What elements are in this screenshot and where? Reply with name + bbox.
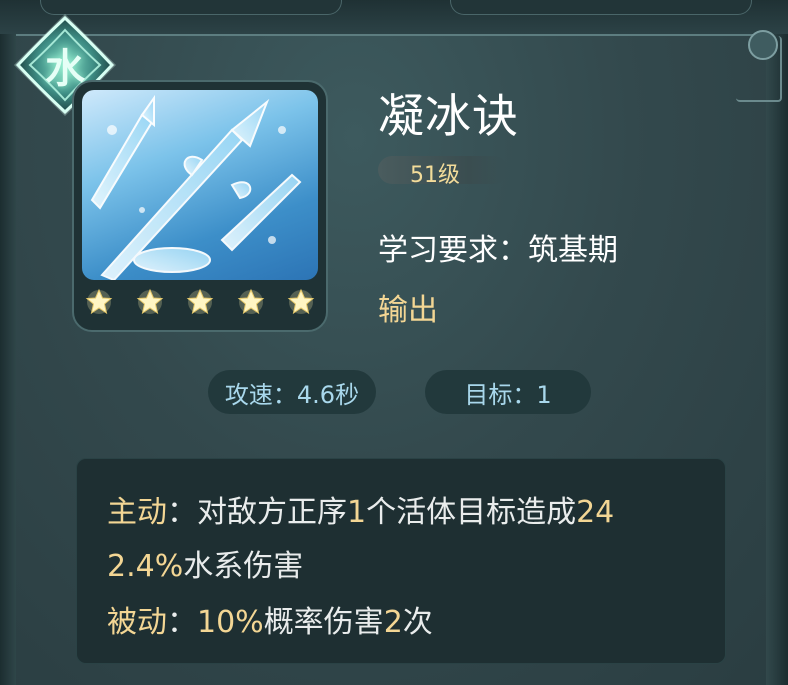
damage-type-text: 水系伤害 [183, 549, 304, 584]
panel-right-border [766, 34, 788, 685]
star-icon [237, 288, 264, 315]
skill-description-box: 主动：对敌方正序1个活体目标造成24 2.4%水系伤害 被动：10%概率伤害2次 [76, 458, 726, 664]
active-label: 主动 [107, 495, 167, 530]
active-effect-line-2: 2.4%水系伤害 [107, 541, 303, 585]
target-count-stat: 目标：1 [425, 370, 591, 414]
corner-ornament [736, 30, 782, 102]
active-text: ：对敌方正序 [167, 495, 347, 530]
passive-effect-line: 被动：10%概率伤害2次 [107, 597, 433, 641]
active-text: 个活体目标造成 [366, 495, 577, 530]
star-icon [287, 288, 315, 315]
star-rating [82, 284, 318, 320]
damage-number: 24 [576, 495, 615, 530]
skill-icon-frame [72, 80, 328, 332]
passive-count: 2 [383, 605, 403, 640]
passive-chance: 10% [197, 605, 264, 640]
top-border-cap-right [450, 0, 752, 15]
damage-percent: 2.4% [107, 549, 184, 584]
skill-detail-panel: 水 凝冰诀 51级 学习要求：筑基期 输出 攻速：4.6秒 目标：1 主动：对敌… [0, 0, 788, 685]
star-icon [136, 288, 163, 315]
target-number: 1 [347, 495, 367, 530]
passive-text: 概率伤害 [263, 605, 384, 640]
passive-separator: ： [167, 605, 197, 640]
ice-trident-art-icon [82, 90, 318, 280]
passive-text: 次 [402, 605, 433, 640]
corner-knob [748, 30, 778, 60]
skill-name: 凝冰诀 [378, 89, 519, 143]
skill-role: 输出 [378, 293, 438, 328]
active-effect-line-1: 主动：对敌方正序1个活体目标造成24 [107, 487, 614, 531]
star-icon [85, 288, 113, 315]
skill-level: 51级 [410, 163, 460, 188]
learn-requirement: 学习要求：筑基期 [378, 233, 618, 268]
attack-speed-stat: 攻速：4.6秒 [208, 370, 376, 414]
panel-left-border [0, 34, 16, 685]
star-icon [186, 288, 214, 315]
passive-label: 被动 [107, 605, 167, 640]
